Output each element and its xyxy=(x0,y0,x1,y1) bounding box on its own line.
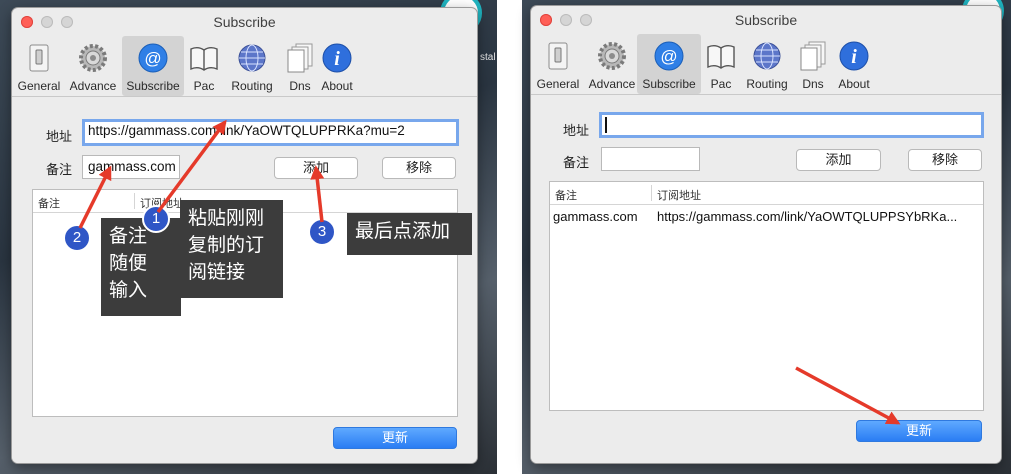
arrow-to-add-button xyxy=(310,165,325,223)
arrow-to-remark-input xyxy=(78,165,112,229)
arrow-to-update-button xyxy=(795,366,901,425)
annotation-arrows xyxy=(78,119,901,425)
arrow-to-address-input xyxy=(156,119,227,214)
